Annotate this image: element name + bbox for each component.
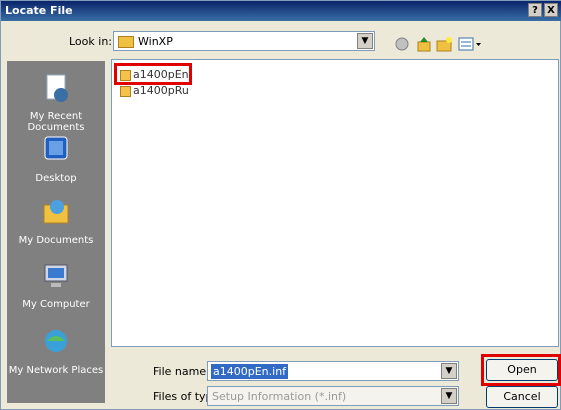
place-my-documents[interactable]: My Documents [7,195,105,246]
file-list[interactable]: a1400pEn a1400pRu [111,59,559,347]
folder-icon [118,36,134,48]
place-label: My Recent Documents [27,111,85,133]
my-documents-icon [43,200,69,224]
locate-file-dialog: Locate File ? X Look in: WinXP ▼ My Rece… [0,0,561,410]
place-label: My Computer [22,299,90,310]
list-item[interactable]: a1400pRu [120,84,189,98]
places-bar: My Recent Documents Desktop My Documents… [7,61,105,403]
help-button[interactable]: ? [528,3,542,17]
network-places-icon [45,330,67,352]
open-highlight-box [481,354,561,386]
file-highlight-box [114,63,192,85]
file-name-value: a1400pEn.inf [211,364,289,379]
look-in-label: Look in: [69,35,112,48]
place-network[interactable]: My Network Places [7,325,105,376]
close-button[interactable]: X [544,3,558,17]
up-folder-icon[interactable] [415,35,433,53]
view-menu-icon[interactable] [457,35,483,53]
file-type-dropdown[interactable]: Setup Information (*.inf) ▼ [207,386,459,406]
file-name-text: a1400pRu [133,84,189,97]
look-in-dropdown[interactable]: WinXP ▼ [113,31,375,51]
dialog-title: Locate File [5,4,73,17]
file-type-value: Setup Information (*.inf) [212,390,347,403]
place-label: My Documents [18,235,94,246]
desktop-icon [44,136,68,160]
my-computer-icon [44,264,68,287]
look-in-value: WinXP [138,35,173,48]
place-desktop[interactable]: Desktop [7,133,105,184]
chevron-down-icon[interactable]: ▼ [357,33,373,49]
cancel-button[interactable]: Cancel [486,386,558,408]
chevron-down-icon[interactable]: ▼ [441,363,457,379]
place-my-computer[interactable]: My Computer [7,259,105,310]
new-folder-icon[interactable] [435,35,453,53]
place-recent-documents[interactable]: My Recent Documents [7,71,105,133]
chevron-down-icon[interactable]: ▼ [441,388,457,404]
place-label: My Network Places [8,365,104,376]
file-name-input[interactable]: a1400pEn.inf ▼ [207,361,459,381]
back-icon[interactable] [393,35,411,53]
place-label: Desktop [35,173,77,184]
file-name-label: File name: [153,365,210,378]
title-bar[interactable]: Locate File ? X [1,1,561,21]
setup-file-icon [120,85,131,97]
recent-documents-icon [46,74,68,102]
